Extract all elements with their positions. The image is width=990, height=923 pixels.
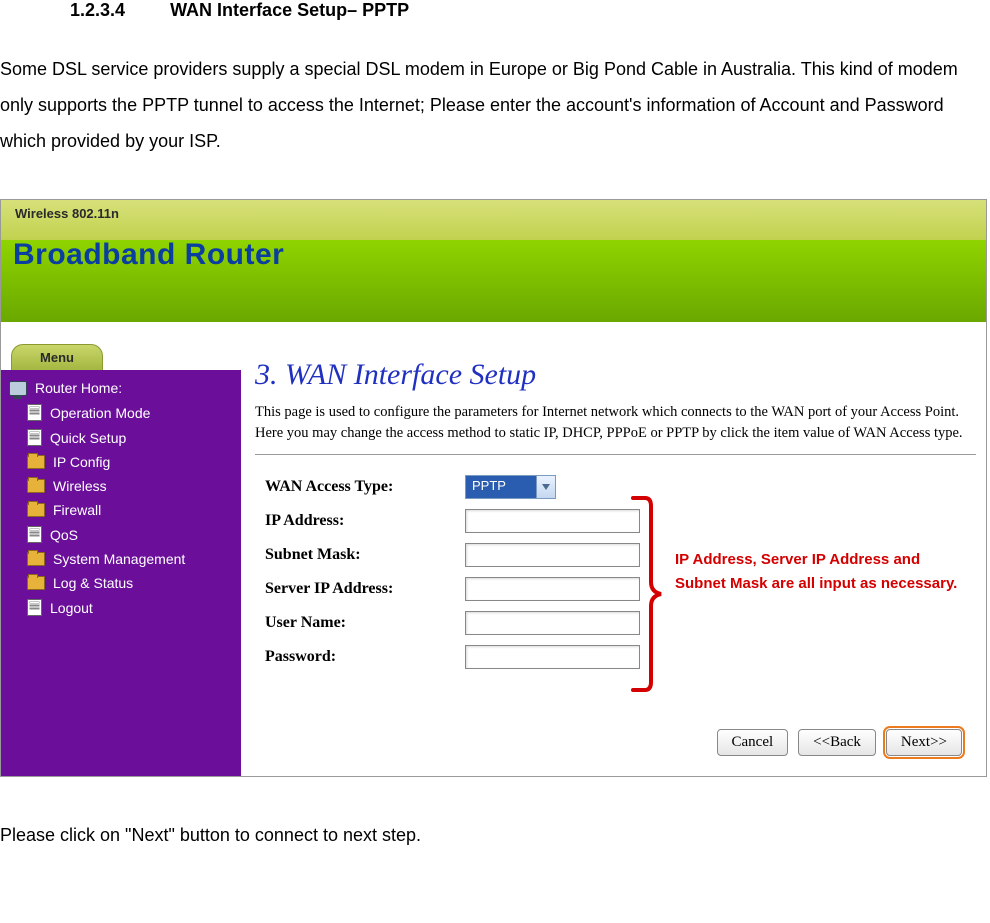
- sidebar-item-log-status[interactable]: Log & Status: [1, 571, 241, 595]
- sidebar-item-label: Log & Status: [53, 575, 133, 591]
- folder-icon: [27, 503, 45, 517]
- folder-icon: [27, 455, 45, 469]
- server-ip-input[interactable]: [465, 577, 640, 601]
- sidebar-item-label: IP Config: [53, 454, 110, 470]
- user-name-input[interactable]: [465, 611, 640, 635]
- sidebar-item-label: Wireless: [53, 478, 107, 494]
- label-ip-address: IP Address:: [265, 512, 465, 530]
- sidebar-item-qos[interactable]: QoS: [1, 522, 241, 547]
- sidebar-item-label: Operation Mode: [50, 405, 150, 421]
- sidebar-item-label: System Management: [53, 551, 185, 567]
- divider: [255, 454, 976, 455]
- sidebar-item-label: Quick Setup: [50, 430, 126, 446]
- section-number: 1.2.3.4: [70, 0, 125, 21]
- product-line: Wireless 802.11n: [15, 206, 119, 221]
- next-button[interactable]: Next>>: [886, 729, 962, 756]
- sidebar-item-operation-mode[interactable]: Operation Mode: [1, 400, 241, 425]
- cancel-button[interactable]: Cancel: [717, 729, 789, 756]
- row-password: Password:: [265, 645, 976, 669]
- folder-icon: [27, 479, 45, 493]
- label-user-name: User Name:: [265, 614, 465, 632]
- sidebar: Router Home: Operation Mode Quick Setup …: [1, 370, 241, 776]
- label-server-ip: Server IP Address:: [265, 580, 465, 598]
- row-user-name: User Name:: [265, 611, 976, 635]
- sidebar-item-label: Logout: [50, 600, 93, 616]
- label-subnet-mask: Subnet Mask:: [265, 546, 465, 564]
- wizard-title: 3. WAN Interface Setup: [255, 358, 976, 392]
- sidebar-item-wireless[interactable]: Wireless: [1, 474, 241, 498]
- intro-paragraph: Some DSL service providers supply a spec…: [0, 51, 980, 159]
- folder-icon: [27, 552, 45, 566]
- chevron-down-icon: [536, 476, 555, 498]
- menu-tab[interactable]: Menu: [11, 344, 103, 371]
- sidebar-root-label: Router Home:: [35, 380, 122, 396]
- wan-access-type-select[interactable]: PPTP: [465, 475, 556, 499]
- label-password: Password:: [265, 648, 465, 666]
- row-wan-access-type: WAN Access Type: PPTP: [265, 475, 976, 499]
- section-heading: 1.2.3.4 WAN Interface Setup– PPTP: [70, 0, 990, 21]
- folder-icon: [27, 576, 45, 590]
- document-icon: [27, 526, 42, 543]
- callout-text: IP Address, Server IP Address and Subnet…: [675, 548, 975, 596]
- footer-paragraph: Please click on "Next" button to connect…: [0, 817, 990, 853]
- sidebar-item-logout[interactable]: Logout: [1, 595, 241, 620]
- router-screenshot: Wireless 802.11n Broadband Router Menu R…: [0, 199, 987, 777]
- row-ip-address: IP Address:: [265, 509, 976, 533]
- ip-address-input[interactable]: [465, 509, 640, 533]
- sidebar-item-label: Firewall: [53, 502, 101, 518]
- sidebar-item-quick-setup[interactable]: Quick Setup: [1, 425, 241, 450]
- sidebar-item-label: QoS: [50, 527, 78, 543]
- sidebar-item-ip-config[interactable]: IP Config: [1, 450, 241, 474]
- sidebar-root[interactable]: Router Home:: [1, 376, 241, 400]
- subnet-mask-input[interactable]: [465, 543, 640, 567]
- back-button[interactable]: <<Back: [798, 729, 876, 756]
- sidebar-item-system-management[interactable]: System Management: [1, 547, 241, 571]
- product-name: Broadband Router: [13, 238, 284, 272]
- router-header: Wireless 802.11n Broadband Router: [1, 200, 986, 322]
- wizard-description: This page is used to configure the param…: [255, 402, 966, 444]
- sidebar-item-firewall[interactable]: Firewall: [1, 498, 241, 522]
- document-icon: [27, 429, 42, 446]
- wizard-button-row: Cancel <<Back Next>>: [717, 729, 962, 756]
- computer-icon: [9, 381, 27, 396]
- password-input[interactable]: [465, 645, 640, 669]
- section-title: WAN Interface Setup– PPTP: [170, 0, 409, 20]
- wan-access-type-value: PPTP: [466, 476, 536, 498]
- document-icon: [27, 599, 42, 616]
- label-wan-access-type: WAN Access Type:: [265, 478, 465, 496]
- document-icon: [27, 404, 42, 421]
